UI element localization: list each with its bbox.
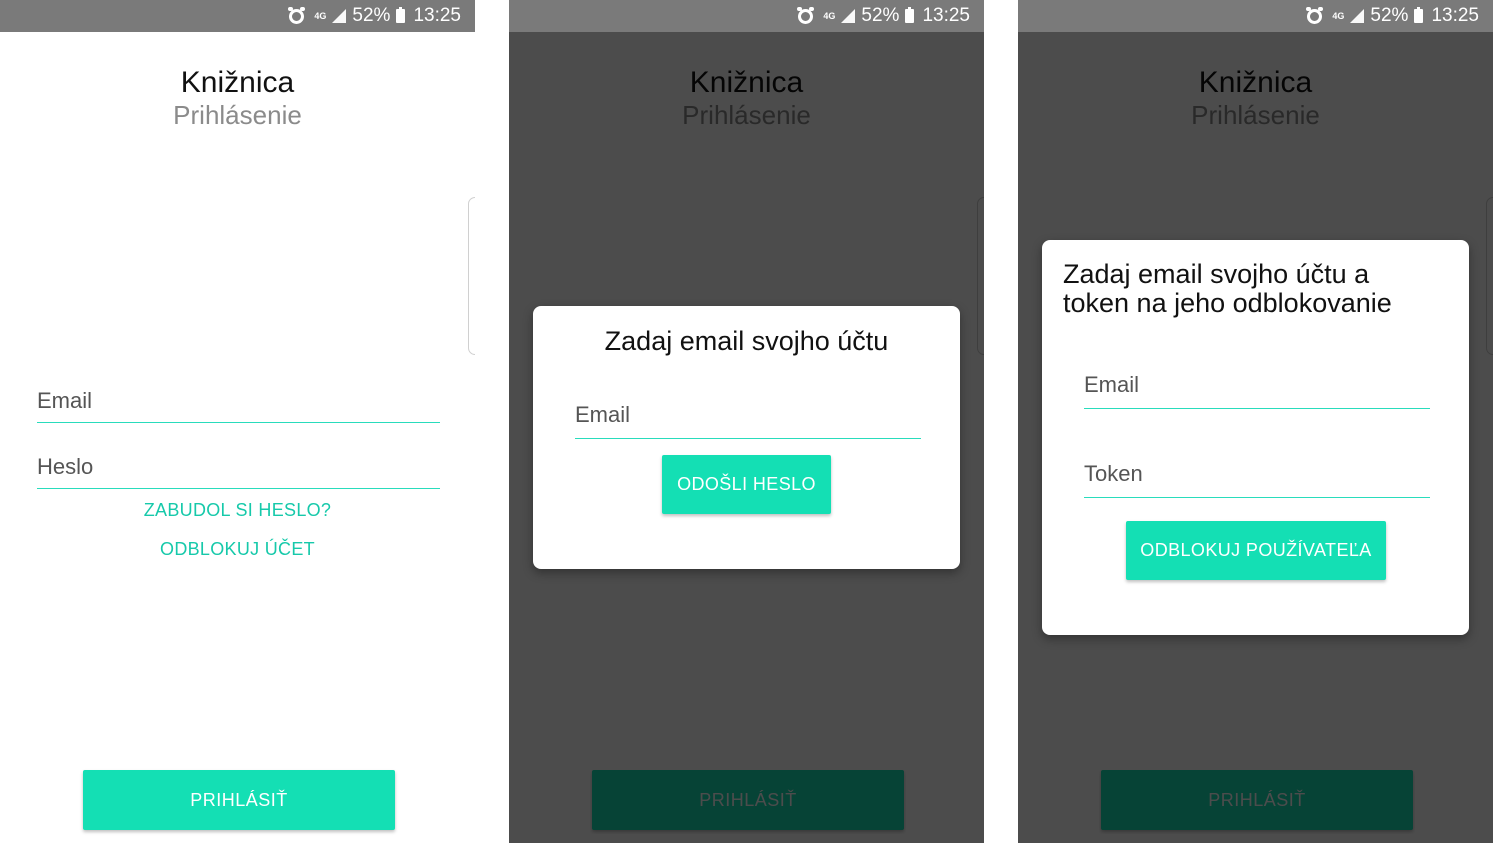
network-type-icon: 4G [1332, 10, 1345, 21]
battery-percent: 52% [861, 5, 900, 26]
email-input[interactable] [37, 388, 440, 414]
battery-icon [396, 7, 406, 23]
password-input[interactable] [37, 454, 440, 480]
alarm-icon [1306, 6, 1324, 24]
battery-percent: 52% [352, 5, 391, 26]
email-field[interactable] [37, 388, 440, 423]
app-title: Knižnica [180, 66, 295, 99]
alarm-icon [797, 6, 815, 24]
unlock-user-button[interactable]: ODBLOKUJ POUŽÍVATEĽA [1126, 521, 1386, 580]
signal-icon [332, 9, 347, 23]
clock: 13:25 [1431, 5, 1479, 26]
login-button[interactable]: PRIHLÁSIŤ [83, 770, 395, 830]
battery-icon [905, 7, 915, 23]
status-bar: 4G 52% 13:25 [0, 0, 475, 32]
status-bar: 4G 52% 13:25 [509, 0, 984, 32]
status-bar: 4G 52% 13:25 [1018, 0, 1493, 32]
signal-icon [841, 9, 856, 23]
page-subtitle: Prihlásenie [173, 100, 302, 130]
unlock-account-link[interactable]: ODBLOKUJ ÚČET [0, 539, 475, 560]
battery-icon [1414, 7, 1424, 23]
unlock-account-dialog: Zadaj email svojho účtu a token na jeho … [1042, 240, 1469, 635]
forgot-password-screen: 4G 52% 13:25 Knižnica Prihlásenie PRIHLÁ… [509, 0, 984, 843]
email-field[interactable] [575, 402, 921, 439]
network-type-icon: 4G [823, 10, 836, 21]
token-input[interactable] [1084, 461, 1430, 487]
email-field[interactable] [1084, 372, 1430, 409]
clock: 13:25 [922, 5, 970, 26]
email-input[interactable] [575, 402, 921, 428]
email-input[interactable] [1084, 372, 1430, 398]
token-field[interactable] [1084, 461, 1430, 498]
password-field[interactable] [37, 454, 440, 489]
send-password-button[interactable]: ODOŠLI HESLO [662, 455, 831, 514]
clock: 13:25 [413, 5, 461, 26]
unlock-account-screen: 4G 52% 13:25 Knižnica Prihlásenie PRIHLÁ… [1018, 0, 1493, 843]
forgot-password-link[interactable]: ZABUDOL SI HESLO? [0, 500, 475, 521]
dialog-title: Zadaj email svojho účtu [604, 326, 889, 356]
network-type-icon: 4G [314, 10, 327, 21]
dialog-title-line-2: token na jeho odblokovanie [1063, 288, 1392, 318]
signal-icon [1350, 9, 1365, 23]
battery-percent: 52% [1370, 5, 1409, 26]
edge-panel-handle[interactable] [468, 197, 475, 355]
alarm-icon [288, 6, 306, 24]
login-screen: 4G 52% 13:25 Knižnica Prihlásenie ZABUDO… [0, 0, 475, 843]
forgot-password-dialog: Zadaj email svojho účtu ODOŠLI HESLO [533, 306, 960, 569]
dialog-title-line-1: Zadaj email svojho účtu a [1063, 259, 1370, 289]
